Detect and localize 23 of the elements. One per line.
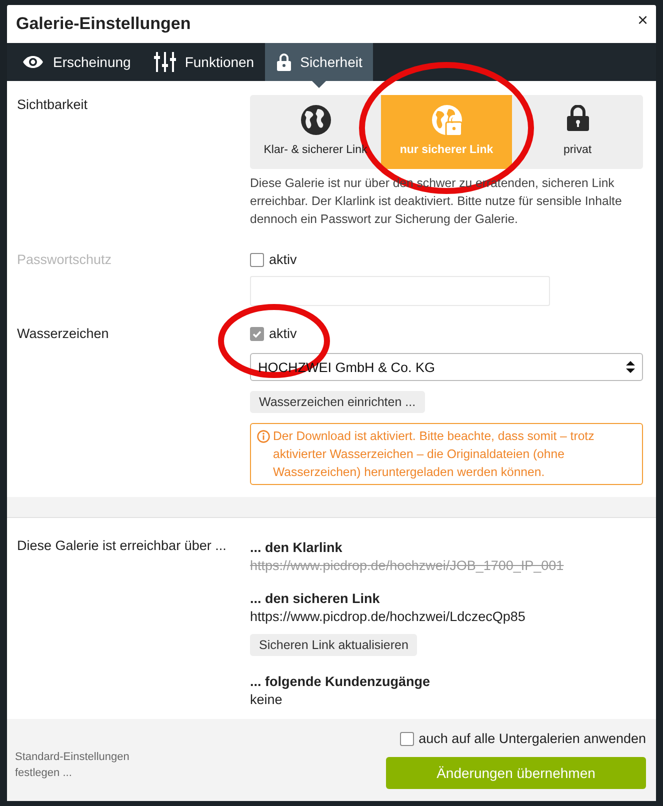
link-url: https://www.picdrop.de/hochzwei/JOB_1700_IP_001 (250, 558, 565, 573)
tab[interactable]: Sicherheit (265, 43, 374, 81)
watermark-setup-button[interactable]: Wasserzeichen einrichten ... (250, 391, 425, 413)
tab[interactable]: Erscheinung (10, 43, 142, 81)
visibility-option[interactable]: privat (512, 95, 643, 169)
checkbox-label: aktiv (269, 252, 297, 267)
link-heading: ... den sicheren Link (250, 591, 381, 606)
field-label: Diese Galerie ist erreichbar über ... (17, 538, 228, 555)
field-label: Sichtbarkeit (17, 97, 89, 114)
close-button[interactable]: × (637, 10, 648, 31)
standard-settings-link[interactable]: Standard-Einstellungen festlegen ... (15, 728, 155, 801)
link-url: keine (250, 692, 284, 707)
field-label: Wasserzeichen (17, 326, 110, 343)
tab[interactable]: Funktionen (142, 43, 266, 81)
field-label: Passwortschutz (17, 252, 113, 269)
checkbox-label: auch auf alle Untergalerien anwenden (418, 731, 646, 746)
refresh-link-button[interactable]: Sicheren Link aktualisieren (250, 634, 418, 656)
link-heading: ... den Klarlink (250, 540, 344, 555)
dialog-title: Galerie-Einstellungen (16, 14, 191, 34)
link-url: https://www.picdrop.de/hochzwei/LdczecQp85 (250, 609, 526, 624)
link-heading: ... folgende Kundenzugänge (250, 674, 431, 689)
checkbox-label: aktiv (269, 326, 297, 341)
download-warning: Der Download ist aktiviert. Bitte beachte, dass somit – trotz aktivierter Wasserzeichen – die Originaldateien (ohne Wasserzeichen) heruntergeladen werden können. (273, 428, 596, 481)
